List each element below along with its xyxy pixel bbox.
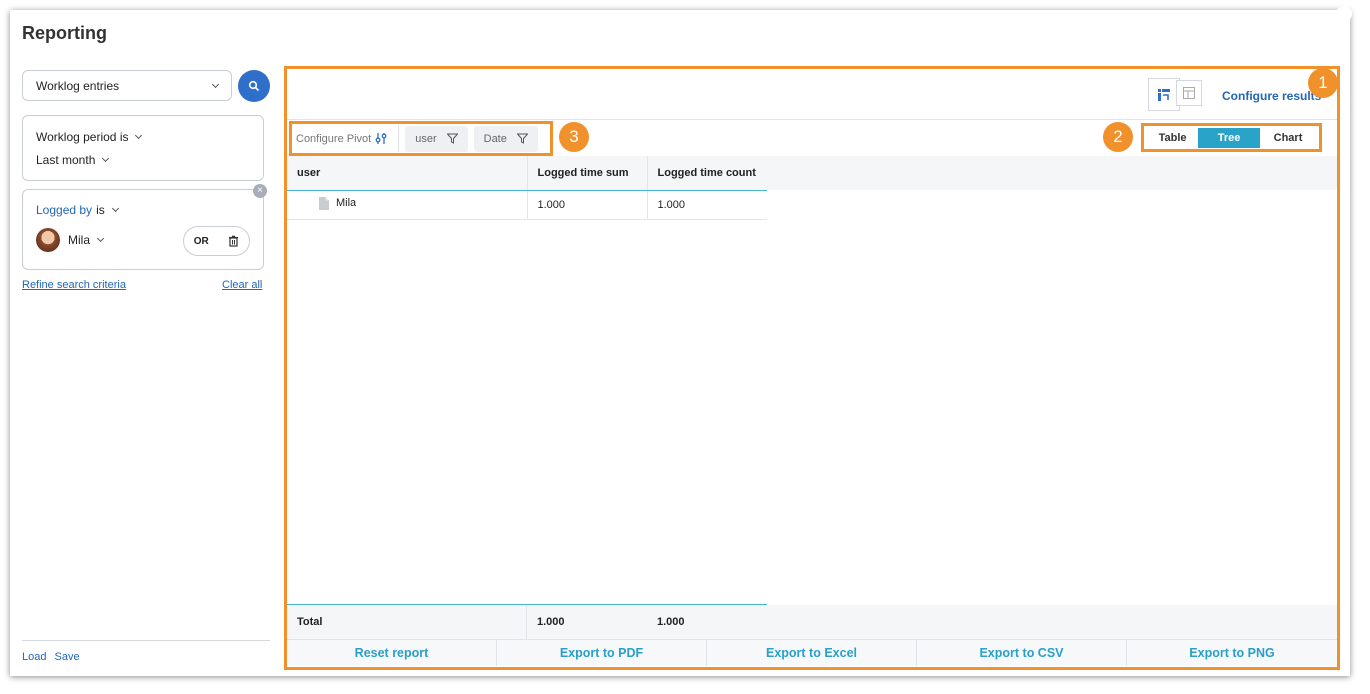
entity-select-value: Worklog entries	[36, 78, 120, 93]
or-toggle[interactable]: OR	[183, 226, 250, 256]
chevron-down-icon	[102, 154, 110, 163]
grid-view-button[interactable]	[1176, 80, 1202, 106]
refine-search-link[interactable]: Refine search criteria	[22, 279, 126, 291]
save-link[interactable]: Save	[54, 651, 79, 663]
remove-criterion-icon[interactable]: ×	[253, 184, 267, 198]
table-icon	[1183, 87, 1195, 99]
total-label: Total	[287, 605, 527, 639]
total-sum: 1.000	[537, 616, 565, 628]
table-header-row: user Logged time sum Logged time count	[287, 156, 767, 191]
export-excel-button[interactable]: Export to Excel	[707, 640, 917, 666]
column-header-user[interactable]: user	[287, 156, 528, 191]
divider	[287, 119, 1337, 120]
pivot-table: user Logged time sum Logged time count M…	[287, 156, 767, 220]
trash-icon[interactable]	[228, 235, 239, 247]
annotation-badge-1: 1	[1308, 68, 1338, 98]
total-row: Total 1.000 1.000	[287, 605, 1337, 639]
chip-user[interactable]: user	[405, 125, 468, 152]
close-icon[interactable]	[1336, 6, 1352, 22]
annotation-badge-2: 2	[1103, 122, 1133, 152]
tab-table[interactable]: Table	[1147, 128, 1198, 148]
reset-report-button[interactable]: Reset report	[287, 640, 497, 666]
pivot-icon	[1158, 88, 1170, 101]
tab-tree[interactable]: Tree	[1198, 127, 1260, 148]
load-link[interactable]: Load	[22, 651, 46, 663]
configure-results-link[interactable]: Configure results	[1222, 89, 1321, 103]
filter-icon[interactable]	[446, 133, 458, 144]
chevron-down-icon	[211, 80, 220, 88]
page-title: Reporting	[22, 23, 107, 43]
export-bar: Reset report Export to PDF Export to Exc…	[287, 640, 1337, 666]
filter-icon[interactable]	[516, 133, 528, 144]
divider	[22, 640, 270, 641]
configure-pivot-button[interactable]: Configure Pivot	[296, 125, 400, 152]
annotation-badge-3: 3	[559, 122, 589, 152]
chevron-down-icon	[111, 204, 119, 213]
criterion-worklog-period: Worklog period is Last month	[22, 115, 264, 181]
cell-sum: 1.000	[527, 190, 648, 220]
view-mode-switch: Table Tree Chart	[1141, 123, 1322, 152]
sliders-icon	[375, 133, 387, 144]
column-header-count[interactable]: Logged time count	[647, 156, 767, 191]
criterion-value[interactable]: Last month	[36, 153, 250, 167]
export-png-button[interactable]: Export to PNG	[1127, 640, 1337, 666]
chevron-down-icon	[96, 234, 105, 243]
criterion-label[interactable]: Logged by is	[36, 203, 250, 217]
export-pdf-button[interactable]: Export to PDF	[497, 640, 707, 666]
clear-all-link[interactable]: Clear all	[222, 279, 262, 291]
chevron-down-icon	[135, 131, 143, 140]
search-button[interactable]	[238, 70, 270, 102]
file-icon	[319, 196, 329, 210]
cell-count: 1.000	[647, 190, 767, 220]
total-count: 1.000	[657, 616, 685, 628]
cell-user: Mila	[287, 190, 528, 220]
entity-select[interactable]: Worklog entries	[22, 70, 232, 101]
tab-chart[interactable]: Chart	[1260, 128, 1316, 148]
table-row[interactable]: Mila 1.000 1.000	[287, 190, 767, 220]
criterion-logged-by: Logged by is Mila OR	[22, 189, 264, 270]
reporting-window: Reporting Worklog entries Worklog period…	[10, 6, 1352, 676]
column-header-sum[interactable]: Logged time sum	[527, 156, 648, 191]
criterion-label[interactable]: Worklog period is	[36, 130, 250, 144]
avatar	[36, 228, 60, 252]
pivot-config-bar: Configure Pivot user Date	[289, 121, 553, 156]
chip-date[interactable]: Date	[473, 125, 538, 152]
search-icon	[248, 80, 260, 92]
export-csv-button[interactable]: Export to CSV	[917, 640, 1127, 666]
